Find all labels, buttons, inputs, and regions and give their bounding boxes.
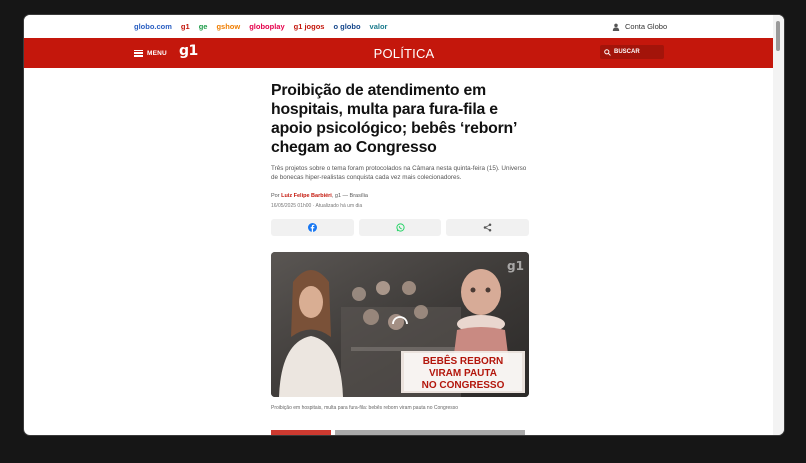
browser-window: globo.com g1 ge gshow globoplay g1 jogos… [24, 15, 784, 435]
link-globo-com[interactable]: globo.com [134, 22, 172, 31]
link-ge[interactable]: ge [199, 22, 208, 31]
byline-location: , g1 — Brasília [331, 192, 368, 199]
site-header: MENU POLÍTICA g1 BUSCAR [24, 38, 784, 68]
share-icon [483, 223, 492, 232]
link-globoplay[interactable]: globoplay [249, 22, 284, 31]
whatsapp-icon [395, 222, 405, 232]
scrollbar-thumb[interactable] [776, 21, 780, 51]
globo-network-bar: globo.com g1 ge gshow globoplay g1 jogos… [24, 15, 784, 38]
link-g1-jogos[interactable]: g1 jogos [294, 22, 325, 31]
account-label: Conta Globo [625, 22, 668, 31]
article-title: Proibição de atendimento em hospitais, m… [271, 82, 517, 156]
banner-line-2: VIRAM PAUTA [429, 368, 497, 379]
scrollbar[interactable] [773, 15, 784, 435]
link-o-globo[interactable]: o globo [333, 22, 360, 31]
byline-prefix: Por [271, 192, 282, 199]
link-valor[interactable]: valor [370, 22, 388, 31]
facebook-icon [307, 222, 317, 232]
section-title[interactable]: POLÍTICA [24, 38, 784, 68]
video-caption: Proibição em hospitais, multa para fura-… [271, 404, 459, 411]
video-watermark: g1 [507, 259, 524, 273]
share-more-button[interactable] [446, 218, 530, 236]
g1-logo[interactable]: g1 [179, 43, 198, 59]
account-link[interactable]: Conta Globo [612, 15, 667, 38]
search-icon [604, 48, 611, 56]
publish-date: 16/05/2025 01h00 · Atualizado há um dia [271, 202, 363, 209]
share-facebook-button[interactable] [271, 218, 354, 236]
user-icon [612, 23, 620, 31]
link-g1[interactable]: g1 [181, 22, 190, 31]
share-whatsapp-button[interactable] [358, 218, 442, 236]
banner-line-3: NO CONGRESSO [422, 380, 505, 391]
author-link[interactable]: Luiz Felipe Barbiéri [281, 193, 332, 199]
video-thumbnail: g1 BEBÊS REBORN VIRAM PAUTA NO CONGRESSO [271, 251, 529, 397]
search-button[interactable]: BUSCAR [600, 45, 664, 59]
share-bar [271, 218, 530, 236]
article: Proibição de atendimento em hospitais, m… [271, 81, 530, 411]
banner-line-1: BEBÊS REBORN [423, 354, 504, 367]
byline: Por Luiz Felipe Barbiéri, g1 — Brasília [271, 193, 529, 199]
search-label: BUSCAR [614, 49, 640, 55]
link-gshow[interactable]: gshow [216, 22, 240, 31]
article-body-cutoff [271, 430, 525, 435]
article-subtitle: Três projetos sobre o tema foram protoco… [271, 165, 527, 181]
network-links: globo.com g1 ge gshow globoplay g1 jogos… [134, 15, 387, 38]
video-player[interactable]: g1 BEBÊS REBORN VIRAM PAUTA NO CONGRESSO [271, 251, 529, 397]
